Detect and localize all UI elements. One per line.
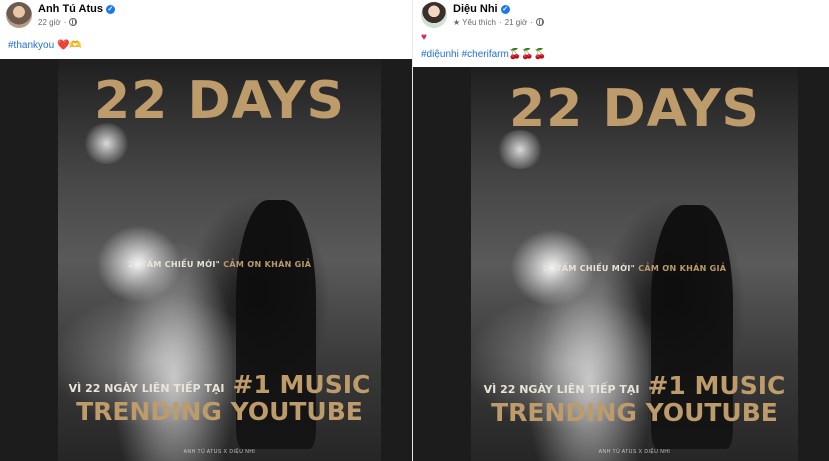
post-meta: Anh Tú Atus ✓ 22 giờ · [38,3,115,28]
favorite-label[interactable]: Yêu thích [462,17,496,28]
poster-thanks-suffix: CẢM ƠN KHÁN GIẢ [223,260,312,269]
bride-silhouette [529,248,648,461]
poster-line-trending: TRENDING YOUTUBE [76,396,363,426]
poster-bottom-text: VÌ 22 NGÀY LIÊN TIẾP TẠI #1 MUSIC TRENDI… [471,370,798,427]
poster-credit: ANH TÚ ATUS X DIỆU NHI [598,449,671,456]
poster-headline: 22 DAYS [93,71,345,132]
post-caption: #diệunhi #cherifarm🍒🍒🍒 [421,48,546,61]
poster-line-vi: VÌ 22 NGÀY LIÊN TIẾP TẠI [68,381,225,395]
poster-thanks-prefix: 2 "TẤM CHIẾU MỚI" [542,264,636,273]
author-name[interactable]: Diệu Nhi [453,3,498,16]
caption-emoji: 🍒🍒🍒 [508,49,547,60]
post-time[interactable]: 21 giờ [505,17,528,28]
post-caption: #thankyou ❤️🫶 [8,39,82,52]
globe-icon[interactable] [69,18,78,26]
post-photo-frame[interactable]: 22 DAYS 2 "TẤM CHIẾU MỚI" CẢM ƠN KHÁN GI… [0,59,412,461]
post-photo-frame[interactable]: 22 DAYS 2 "TẤM CHIẾU MỚI" CẢM ƠN KHÁN GI… [413,67,829,461]
avatar[interactable] [421,2,447,28]
poster-image[interactable]: 22 DAYS 2 "TẤM CHIẾU MỚI" CẢM ƠN KHÁN GI… [58,59,381,461]
post-time[interactable]: 22 giờ [38,17,61,28]
bride-silhouette [116,243,233,461]
author-name[interactable]: Anh Tú Atus [38,3,103,16]
caption-emoji: ❤️🫶 [56,40,82,51]
poster-thanks-line: 2 "TẤM CHIẾU MỚI" CẢM ƠN KHÁN GIẢ [58,260,381,269]
post-header: Diệu Nhi ✓ ★ Yêu thích · 21 giờ · [421,2,544,28]
caption-heart: ♥ [421,32,427,43]
poster-image[interactable]: 22 DAYS 2 "TẤM CHIẾU MỚI" CẢM ƠN KHÁN GI… [471,67,798,461]
post-subline: 22 giờ · [38,17,115,28]
poster-thanks-prefix: 2 "TẤM CHIẾU MỚI" [127,260,221,269]
author-row: Diệu Nhi ✓ [453,3,544,16]
author-row: Anh Tú Atus ✓ [38,3,115,16]
hashtag-link[interactable]: #thankyou [8,40,54,51]
poster-bottom-text: VÌ 22 NGÀY LIÊN TIẾP TẠI #1 MUSIC TRENDI… [58,369,381,426]
poster-credit: ANH TÚ ATUS X DIỆU NHI [183,448,256,455]
poster-headline: 22 DAYS [508,78,760,139]
separator-dot: · [530,17,533,27]
poster-thanks-suffix: CẢM ƠN KHÁN GIẢ [638,264,727,273]
globe-icon[interactable] [535,18,544,26]
post-header: Anh Tú Atus ✓ 22 giờ · [6,2,115,28]
avatar[interactable] [6,2,32,28]
separator-dot: · [63,17,67,27]
post-meta: Diệu Nhi ✓ ★ Yêu thích · 21 giờ · [453,3,544,28]
poster-line-music: #1 MUSIC [647,370,786,400]
verified-badge-icon: ✓ [500,4,510,14]
poster-line-music: #1 MUSIC [232,369,371,399]
separator-dot: · [498,17,502,27]
poster-line-trending: TRENDING YOUTUBE [491,397,778,427]
poster-line-vi: VÌ 22 NGÀY LIÊN TIẾP TẠI [483,382,640,396]
post-subline: ★ Yêu thích · 21 giờ · [453,17,544,28]
verified-badge-icon: ✓ [105,4,115,14]
star-icon: ★ [453,17,461,27]
hashtag-links[interactable]: #diệunhi #cherifarm [421,49,509,60]
poster-thanks-line: 2 "TẤM CHIẾU MỚI" CẢM ƠN KHÁN GIẢ [471,264,798,273]
